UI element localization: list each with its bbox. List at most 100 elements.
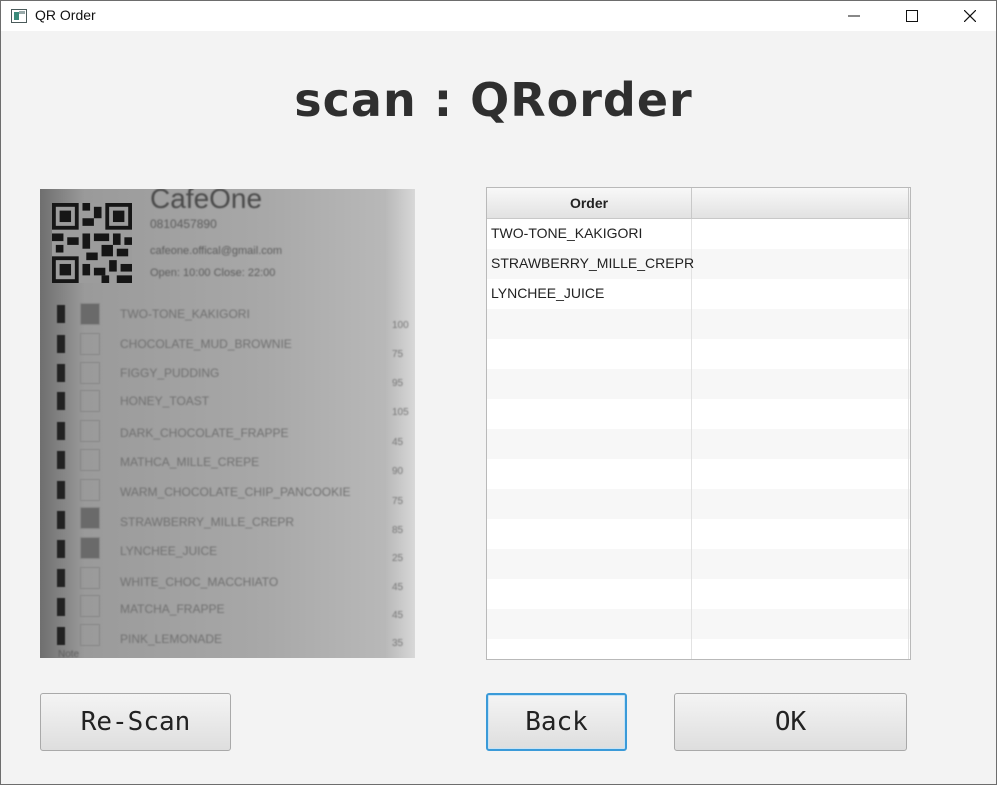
receipt-email: cafeone.offical@gmail.com	[150, 245, 283, 257]
table-row[interactable]	[487, 639, 910, 659]
column-header-order[interactable]: Order	[487, 188, 692, 218]
ok-button[interactable]: OK	[674, 693, 907, 751]
table-cell	[692, 609, 909, 639]
table-row[interactable]	[487, 579, 910, 609]
table-cell	[692, 219, 909, 249]
order-cell	[487, 399, 692, 429]
receipt-checkbox	[80, 537, 100, 559]
table-row[interactable]: TWO-TONE_KAKIGORI	[487, 219, 910, 249]
receipt-checkbox	[80, 507, 100, 529]
order-cell	[487, 609, 692, 639]
table-row[interactable]	[487, 609, 910, 639]
receipt-item-name: WARM_CHOCOLATE_CHIP_PANCOOKIE	[120, 485, 351, 499]
column-header-2[interactable]	[692, 188, 909, 218]
receipt-checkbox	[80, 333, 100, 355]
table-cell	[692, 429, 909, 459]
receipt-checkbox	[80, 449, 100, 471]
receipt-checkbox	[80, 420, 100, 442]
table-row[interactable]	[487, 369, 910, 399]
receipt-marker	[57, 540, 65, 558]
maximize-button[interactable]	[889, 1, 935, 31]
order-table[interactable]: Order TWO-TONE_KAKIGORI STRAWBERRY_MILLE…	[486, 187, 911, 660]
receipt-marker	[57, 481, 65, 499]
receipt-item-name: PINK_LEMONADE	[120, 632, 223, 646]
receipt-footer: Note	[58, 649, 80, 658]
order-cell	[487, 549, 692, 579]
table-row[interactable]: LYNCHEE_JUICE	[487, 279, 910, 309]
table-row[interactable]	[487, 399, 910, 429]
app-icon	[11, 9, 27, 23]
table-cell	[692, 459, 909, 489]
receipt-marker	[57, 335, 65, 353]
minimize-button[interactable]	[831, 1, 877, 31]
receipt-item-price: 45	[392, 437, 404, 448]
rescan-button[interactable]: Re-Scan	[40, 693, 231, 751]
receipt-item-name: STRAWBERRY_MILLE_CREPR	[120, 515, 295, 529]
order-cell	[487, 429, 692, 459]
receipt-item-name: WHITE_CHOC_MACCHIATO	[120, 575, 279, 589]
receipt-hours: Open: 10:00 Close: 22:00	[150, 267, 276, 279]
table-row[interactable]	[487, 429, 910, 459]
receipt-item-name: TWO-TONE_KAKIGORI	[120, 307, 250, 321]
table-row[interactable]	[487, 489, 910, 519]
table-row[interactable]: STRAWBERRY_MILLE_CREPR	[487, 249, 910, 279]
receipt-marker	[57, 422, 65, 440]
maximize-icon	[906, 10, 918, 22]
receipt-marker	[57, 627, 65, 645]
order-cell	[487, 579, 692, 609]
table-row[interactable]	[487, 459, 910, 489]
receipt-checkbox	[80, 479, 100, 501]
receipt-item-price: 105	[392, 407, 409, 418]
receipt-item-price: 45	[392, 582, 404, 593]
receipt-item-name: CHOCOLATE_MUD_BROWNIE	[120, 337, 292, 351]
table-cell	[692, 489, 909, 519]
receipt-item-name: FIGGY_PUDDING	[120, 366, 220, 380]
receipt-marker	[57, 598, 65, 616]
receipt-checkbox	[80, 362, 100, 384]
receipt-marker	[57, 451, 65, 469]
order-cell: LYNCHEE_JUICE	[487, 279, 692, 309]
receipt-item-price: 85	[392, 525, 404, 536]
table-row[interactable]	[487, 519, 910, 549]
receipt-item-price: 25	[392, 553, 404, 564]
order-cell: STRAWBERRY_MILLE_CREPR	[487, 249, 694, 279]
back-button[interactable]: Back	[486, 693, 627, 751]
table-cell	[692, 639, 909, 659]
table-row[interactable]	[487, 339, 910, 369]
receipt-item-name: LYNCHEE_JUICE	[120, 544, 218, 558]
table-cell	[692, 519, 909, 549]
receipt-item-name: MATHCA_MILLE_CREPE	[120, 455, 260, 469]
receipt-marker	[57, 305, 65, 323]
close-icon	[964, 10, 976, 22]
order-cell	[487, 639, 692, 659]
table-body: TWO-TONE_KAKIGORI STRAWBERRY_MILLE_CREPR…	[487, 219, 910, 659]
table-row[interactable]	[487, 309, 910, 339]
receipt-item-name: MATCHA_FRAPPE	[120, 602, 225, 616]
receipt-checkbox	[80, 567, 100, 589]
receipt-item-price: 75	[392, 496, 404, 507]
table-cell	[692, 579, 909, 609]
receipt-shop-name: CafeOne	[150, 189, 263, 214]
receipt-item-price: 75	[392, 349, 404, 360]
close-button[interactable]	[947, 1, 993, 31]
order-cell	[487, 369, 692, 399]
window-title: QR Order	[35, 7, 96, 23]
receipt-marker	[57, 392, 65, 410]
receipt-checkbox	[80, 390, 100, 412]
receipt-image: CafeOne 0810457890 cafeone.offical@gmail…	[40, 189, 415, 658]
table-row[interactable]	[487, 549, 910, 579]
receipt-item-price: 100	[392, 320, 409, 331]
order-cell	[487, 309, 692, 339]
title-bar: QR Order	[1, 1, 996, 31]
receipt-item-name: HONEY_TOAST	[120, 394, 210, 408]
receipt-item-price: 90	[392, 466, 404, 477]
table-cell	[692, 249, 909, 279]
receipt-item-price: 45	[392, 610, 404, 621]
order-cell	[487, 459, 692, 489]
receipt-phone: 0810457890	[150, 217, 217, 231]
table-cell	[692, 399, 909, 429]
receipt-item-name: DARK_CHOCOLATE_FRAPPE	[120, 426, 289, 440]
order-cell	[487, 339, 692, 369]
receipt-checkbox	[80, 595, 100, 617]
receipt-marker	[57, 364, 65, 382]
